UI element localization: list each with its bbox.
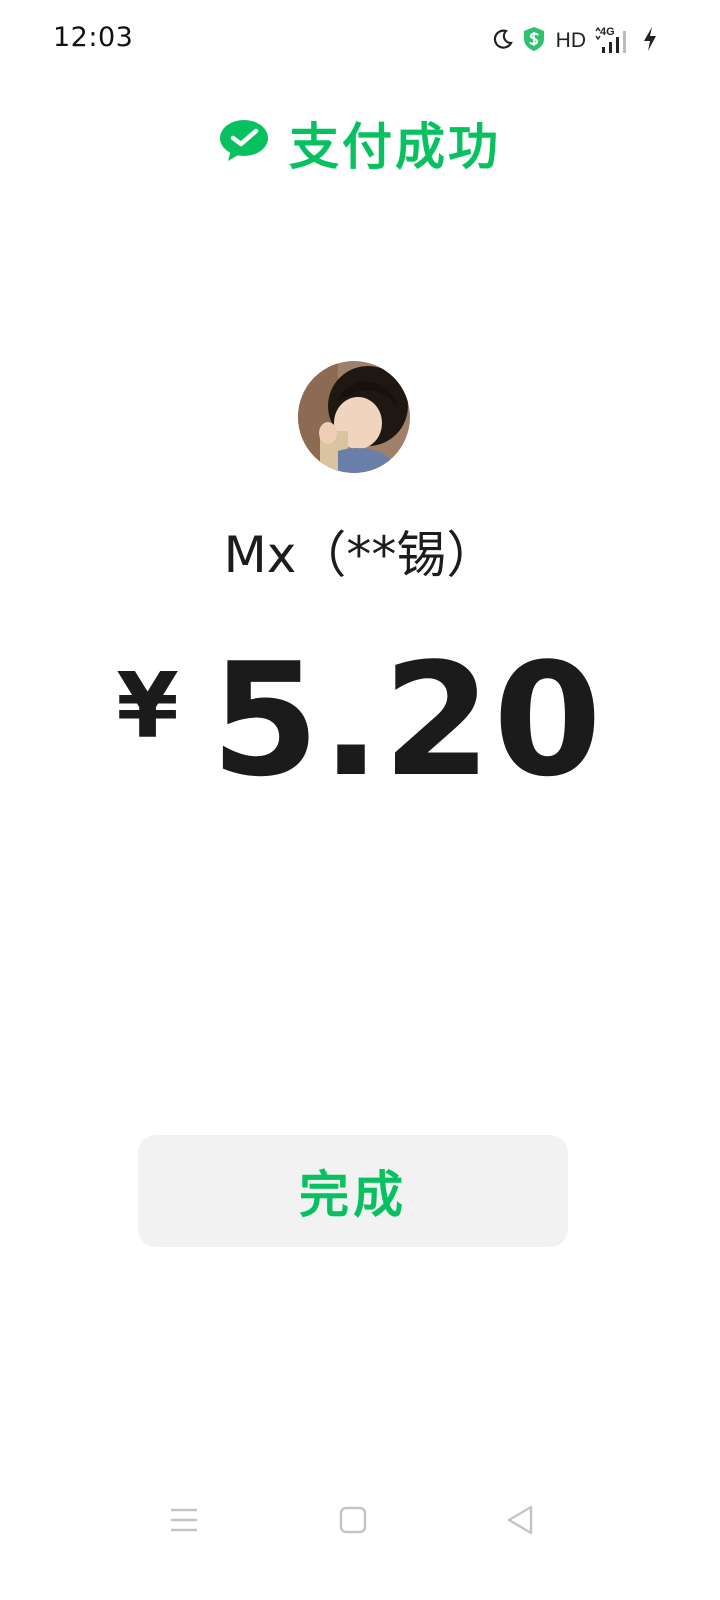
page-title: 支付成功: [289, 118, 501, 176]
back-icon[interactable]: [500, 1500, 540, 1540]
hd-icon: HD: [555, 29, 586, 52]
payee-name: Mx（**锡）: [223, 526, 497, 584]
moon-icon: [492, 28, 514, 54]
wechat-pay-icon: [219, 119, 269, 167]
signal-icon: 4G: [594, 26, 634, 55]
amount-value: 5.20: [210, 629, 604, 811]
payment-amount: ¥ 5.20: [0, 629, 720, 811]
status-time: 12:03: [53, 22, 134, 53]
menu-icon[interactable]: [164, 1500, 204, 1540]
currency-symbol: ¥: [116, 654, 179, 759]
payment-success-header: 支付成功: [0, 108, 720, 178]
status-icons: HD 4G: [492, 26, 658, 56]
done-button[interactable]: 完成: [138, 1135, 568, 1247]
charging-icon: [642, 26, 658, 56]
system-nav-bar: [0, 1480, 720, 1560]
home-icon[interactable]: [333, 1500, 373, 1540]
status-bar: 12:03 HD 4G: [0, 0, 720, 82]
shield-icon: [522, 26, 546, 56]
avatar: [298, 361, 410, 473]
